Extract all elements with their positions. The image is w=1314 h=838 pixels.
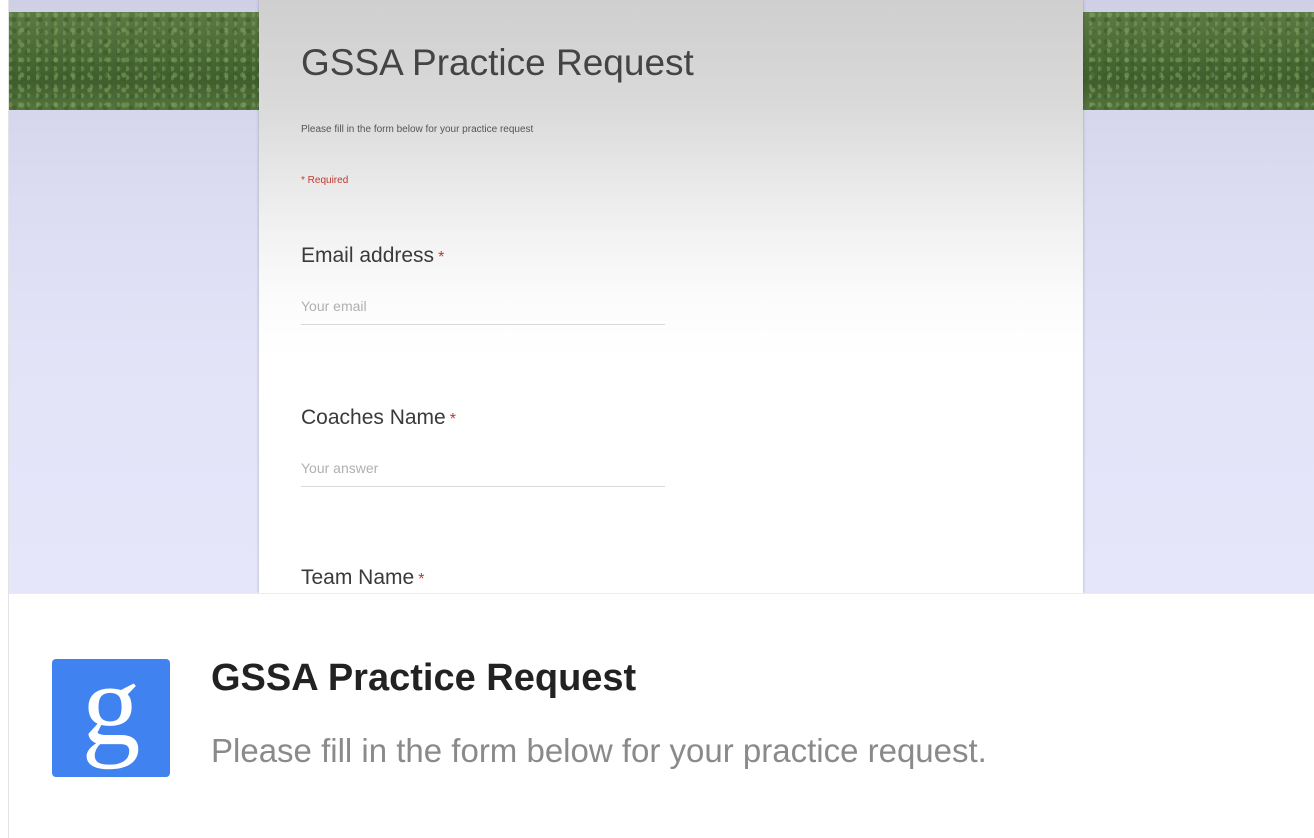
form-description: Please fill in the form below for your p… [301, 124, 534, 135]
link-description: Please fill in the form below for your p… [211, 732, 987, 769]
form-title: GSSA Practice Request [301, 42, 694, 83]
google-logo-icon: g [52, 659, 170, 777]
link-metadata[interactable]: g GSSA Practice Request Please fill in t… [9, 593, 1314, 838]
required-note: * Required [301, 175, 349, 186]
question-email: Email address * Your email [301, 244, 681, 325]
required-star: * [418, 571, 425, 588]
preview-image[interactable]: GSSA Practice Request Please fill in the… [9, 0, 1314, 593]
question-team-name: Team Name * [301, 566, 681, 590]
question-label: Email address [301, 244, 435, 267]
required-star: * [449, 411, 456, 428]
question-coaches-name: Coaches Name * Your answer [301, 406, 681, 487]
form-sheet: GSSA Practice Request Please fill in the… [259, 0, 1083, 593]
question-label: Coaches Name [301, 406, 446, 429]
required-star: * [438, 249, 445, 266]
question-label: Team Name [301, 566, 415, 589]
link-title[interactable]: GSSA Practice Request [211, 657, 636, 700]
email-field[interactable]: Your email [301, 298, 665, 325]
link-preview-card[interactable]: GSSA Practice Request Please fill in the… [8, 0, 1314, 838]
coaches-name-field[interactable]: Your answer [301, 460, 665, 487]
